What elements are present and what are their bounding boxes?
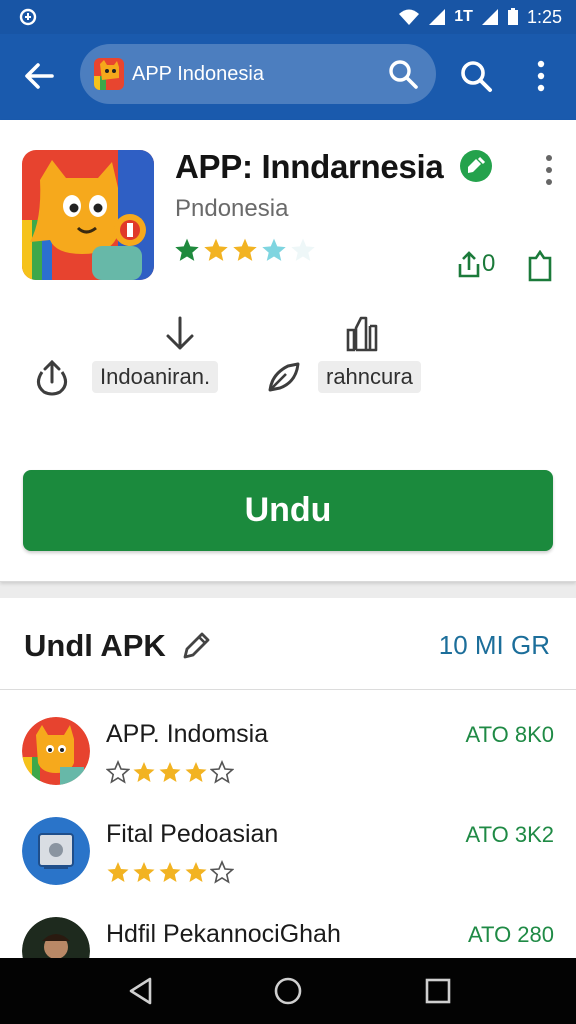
list-item-name: Hdfil PekannociGhah — [106, 920, 341, 948]
status-bar: 1T 1:25 — [0, 0, 576, 34]
signal-icon — [429, 9, 446, 25]
star-icon — [291, 238, 315, 261]
app-title: APP: Inndarnesia — [175, 148, 444, 185]
overflow-menu-icon[interactable] — [538, 152, 560, 188]
app-detail-card: APP: Inndarnesia Pndonesia 0 Indoaniran.… — [0, 120, 576, 582]
star-icon — [159, 862, 181, 882]
verified-badge-icon — [460, 150, 492, 182]
apk-section-title: Undl APK — [24, 628, 166, 663]
list-item[interactable]: Fital Pedoasian ATO 3K2 — [0, 800, 576, 900]
app-thumbnail-icon — [94, 58, 124, 90]
list-item-name: Fital Pedoasian — [106, 820, 279, 848]
apk-section-header: Undl APK 10 MI GR — [0, 598, 576, 690]
network-label: 1T — [454, 8, 473, 25]
download-icon[interactable] — [160, 314, 200, 354]
chip-category[interactable]: rahncura — [318, 361, 421, 393]
nav-back-icon[interactable] — [126, 975, 158, 1007]
star-outline-icon — [210, 760, 234, 784]
more-vert-icon[interactable] — [526, 56, 556, 96]
bookmark-icon[interactable] — [527, 250, 553, 282]
search-icon[interactable] — [386, 57, 420, 91]
chip-region[interactable]: Indoaniran. — [92, 361, 219, 393]
app-developer: Pndonesia — [175, 195, 289, 222]
list-item[interactable]: APP. Indomsia ATO 8K0 — [0, 700, 576, 800]
star-icon — [262, 238, 286, 261]
star-icon — [175, 238, 199, 261]
star-outline-icon — [210, 860, 234, 884]
star-icon — [159, 762, 181, 782]
thumbs-up-icon[interactable] — [342, 314, 382, 354]
leaf-icon[interactable] — [264, 356, 304, 396]
app-avatar — [22, 817, 90, 885]
system-nav-bar — [0, 958, 576, 1024]
nav-recents-icon[interactable] — [422, 975, 454, 1007]
app-bar: APP Indonesia — [0, 34, 576, 120]
status-time: 1:25 — [526, 6, 562, 27]
apk-section: Undl APK 10 MI GR APP. Indomsia ATO 8K0 … — [0, 598, 576, 985]
star-icon — [204, 238, 228, 261]
star-icon — [133, 762, 155, 782]
edit-pencil-icon[interactable] — [180, 630, 212, 662]
app-avatar — [22, 717, 90, 785]
search-bar[interactable]: APP Indonesia — [80, 44, 436, 104]
list-item-meta: ATO 8K0 — [465, 722, 554, 747]
back-arrow-icon[interactable] — [20, 56, 60, 96]
list-item-meta: ATO 3K2 — [465, 822, 554, 847]
app-icon — [22, 150, 154, 280]
star-icon — [185, 862, 207, 882]
search-query: APP Indonesia — [132, 63, 264, 85]
nav-home-icon[interactable] — [272, 975, 304, 1007]
share-count[interactable]: 0 — [458, 250, 495, 278]
share-upload-icon[interactable] — [32, 358, 72, 398]
notification-icon — [19, 8, 37, 26]
apk-size-label: 10 MI GR — [438, 630, 550, 660]
install-button[interactable]: Undu — [23, 470, 553, 551]
share-icon — [458, 251, 480, 278]
star-outline-icon — [106, 760, 130, 784]
star-icon — [233, 238, 257, 261]
battery-icon — [507, 8, 518, 25]
app-rating-stars — [174, 237, 316, 263]
list-item-rating — [106, 860, 234, 886]
star-icon — [185, 762, 207, 782]
list-item-meta: ATO 280 — [467, 922, 554, 947]
star-icon — [107, 862, 129, 882]
list-item-name: APP. Indomsia — [106, 720, 269, 748]
share-count-label: 0 — [482, 250, 496, 277]
search-icon[interactable] — [456, 56, 496, 96]
wifi-icon — [399, 9, 420, 25]
star-icon — [133, 862, 155, 882]
list-item-rating — [106, 760, 234, 786]
signal-icon-2 — [481, 9, 498, 25]
